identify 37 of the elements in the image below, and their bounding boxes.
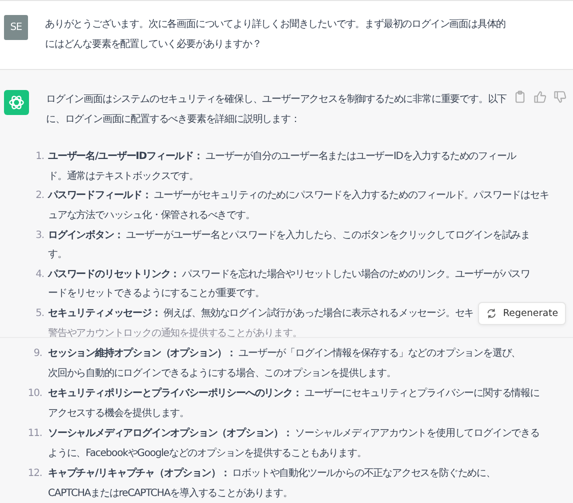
list-item-text: アクセスする機会を提供します。 (48, 406, 190, 421)
list-item-text: パスワードのリセットリンク： パスワードを忘れた場合やリセットしたい場合のためのリンク。ユーザーがパスワ (48, 268, 530, 282)
message-text: ログイン画面はシステムのセキュリティを確保し、ユーザーアクセスを制御するために非常に重要です。以下 (46, 92, 507, 107)
list-number: 1. (34, 150, 44, 164)
list-item-text: セッション維持オプション（オプション）： ユーザーが「ログイン情報を保存する」などのオプションを選び、 (48, 346, 521, 361)
list-item-text: ログインボタン： ユーザーがユーザー名とパスワードを入力したら、このボタンをクリックしてログインを試みま (48, 228, 530, 243)
list-item-text: ユーザー名/ユーザーIDフィールド： ユーザーが自分のユーザー名またはユーザーIDを入力するためのフィール (48, 150, 516, 164)
list-item-text: セキュリティポリシーとプライバシーポリシーへのリンク： ユーザーにセキュリティとプライバシーに関する情報に (48, 386, 540, 401)
message-text: にはどんな要素を配置していく必要がありますか？ (45, 38, 262, 52)
list-item-text: ド。通常はテキストボックスです。 (48, 170, 198, 184)
message-text: に、ログイン画面に配置するべき要素を詳細に説明します： (46, 112, 300, 127)
list-item-text: す。 (48, 248, 67, 262)
user-avatar: SE (4, 15, 28, 40)
list-number: 9. (32, 347, 42, 361)
list-item-text: ように、FacebookやGoogleなどのオプションを提供することもあります。 (48, 446, 366, 461)
list-number: 3. (34, 228, 44, 243)
list-number: 11. (26, 427, 42, 441)
thumbs-up-icon[interactable] (533, 90, 547, 104)
list-number: 10. (26, 387, 42, 401)
list-item-text: ードをリセットできるようにすることが重要です。 (48, 286, 264, 302)
list-item-text: パスワードフィールド： ユーザーがセキュリティのためにパスワードを入力するためのフィールド。パスワードはセキ (48, 188, 549, 204)
list-number: 5. (34, 306, 44, 321)
refresh-icon (486, 308, 497, 319)
list-number: 4. (34, 268, 44, 282)
assistant-logo-icon (4, 90, 29, 115)
list-item-text: ソーシャルメディアログインオプション（オプション）： ソーシャルメディアアカウントを使用してログインできる (48, 426, 540, 441)
regenerate-button[interactable]: Regenerate (478, 302, 566, 325)
thumbs-down-icon[interactable] (553, 90, 567, 104)
list-item-text: 次回から自動的にログインできるようにする場合、このオプションを提供します。 (48, 366, 396, 381)
message-text: ありがとうございます。次に各画面についてより詳しくお聞きしたいです。まず最初のログイン画面は具体的 (45, 18, 506, 32)
clipboard-icon[interactable] (513, 90, 527, 104)
list-item-text: セキュリティメッセージ： 例えば、無効なログイン試行があった場合に表示されるメッセージ。セキ (48, 306, 474, 321)
list-number: 2. (34, 189, 44, 204)
list-item-text: CAPTCHAまたはreCAPTCHAを導入することがあります。 (48, 486, 292, 501)
list-item-text: キャプチャ/リキャプチャ（オプション）： ロボットや自動化ツールからの不正なアクセスを防ぐために、 (48, 466, 496, 481)
list-item-text: ュアな方法でハッシュ化・保管されるべきです。 (48, 208, 255, 223)
list-number: 12. (26, 467, 42, 481)
